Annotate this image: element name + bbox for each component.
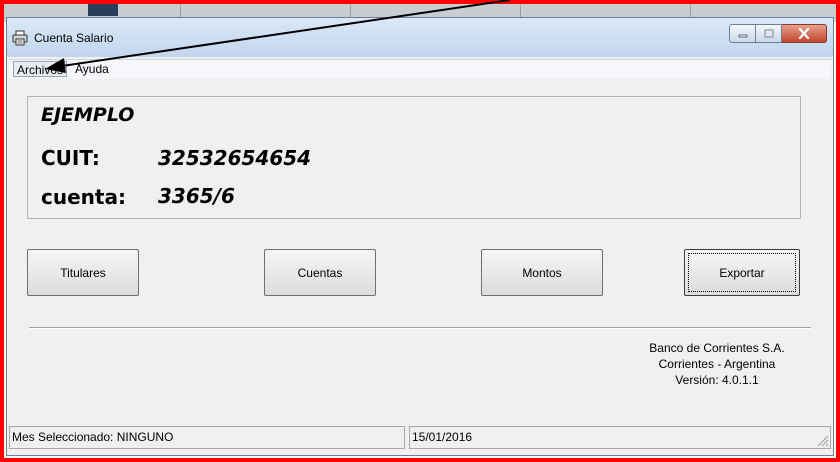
- cuenta-value: 3365/6: [158, 184, 235, 208]
- menu-ayuda[interactable]: Ayuda: [72, 61, 112, 77]
- company-name: EJEMPLO: [41, 104, 135, 126]
- menu-archivos[interactable]: Archivos: [13, 61, 68, 77]
- cuenta-label: cuenta:: [41, 185, 126, 209]
- background-separator: [350, 4, 351, 18]
- status-month: Mes Seleccionado: NINGUNO: [9, 426, 405, 449]
- titulares-label: Titulares: [60, 265, 106, 280]
- cuit-value: 32532654654: [158, 146, 312, 170]
- cuit-label: CUIT:: [41, 146, 100, 170]
- bank-location: Corrientes - Argentina: [658, 357, 776, 371]
- maximize-button[interactable]: [756, 24, 782, 43]
- titulares-button[interactable]: Titulares: [27, 249, 139, 296]
- app-version: Versión: 4.0.1.1: [675, 373, 759, 387]
- minimize-icon: [738, 34, 747, 37]
- status-date: 15/01/2016: [409, 426, 831, 449]
- resize-grip-icon[interactable]: [815, 433, 829, 447]
- maximize-icon: [763, 29, 774, 38]
- window-title: Cuenta Salario: [34, 31, 114, 45]
- background-thumbnail: [88, 0, 118, 16]
- separator-line: [29, 327, 811, 329]
- bank-name: Banco de Corrientes S.A.: [649, 341, 785, 355]
- bank-info: Banco de Corrientes S.A. Corrientes - Ar…: [607, 340, 827, 388]
- close-icon: [798, 28, 810, 39]
- close-button[interactable]: [782, 24, 827, 43]
- title-bar[interactable]: Cuenta Salario: [7, 18, 833, 57]
- status-bar: Mes Seleccionado: NINGUNO 15/01/2016: [9, 426, 831, 449]
- app-window: Cuenta Salario Archivos Ayuda EJEMPLO CU…: [6, 17, 834, 456]
- account-info-panel: EJEMPLO CUIT: 32532654654 cuenta: 3365/6: [27, 96, 801, 219]
- exportar-button[interactable]: Exportar: [684, 249, 800, 296]
- cuentas-label: Cuentas: [297, 265, 343, 280]
- menu-bar: Archivos Ayuda: [9, 59, 831, 79]
- window-controls: [729, 24, 827, 44]
- montos-label: Montos: [522, 265, 562, 280]
- background-separator: [520, 4, 521, 18]
- montos-button[interactable]: Montos: [481, 249, 603, 296]
- background-separator: [690, 4, 691, 18]
- minimize-button[interactable]: [729, 24, 756, 43]
- focus-rectangle: [688, 253, 796, 292]
- cuentas-button[interactable]: Cuentas: [264, 249, 376, 296]
- printer-icon[interactable]: [12, 30, 28, 46]
- background-separator: [180, 4, 181, 18]
